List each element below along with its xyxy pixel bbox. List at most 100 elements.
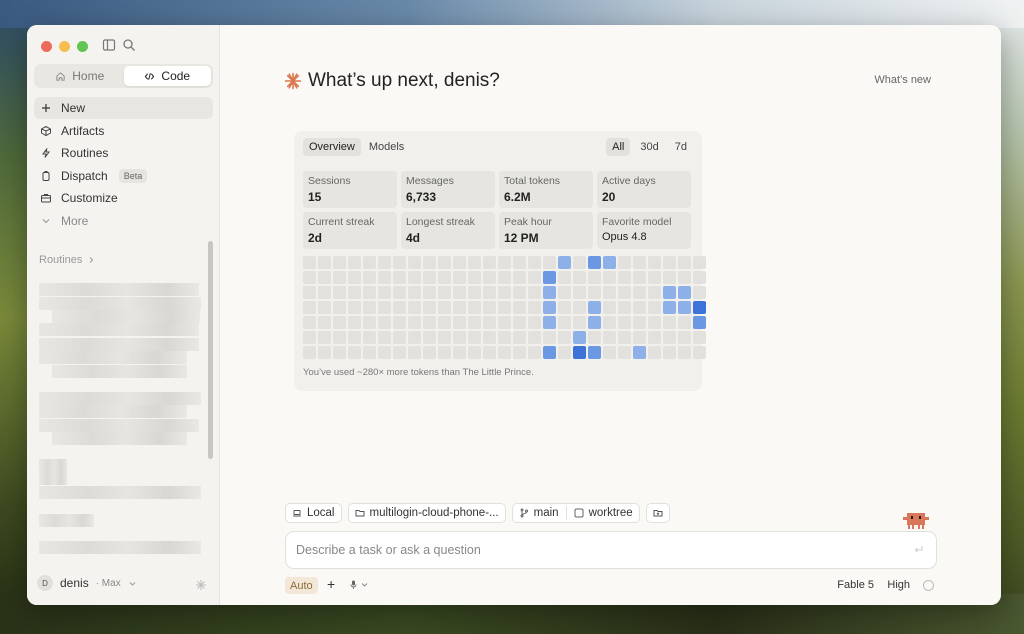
- list-item[interactable]: [39, 392, 201, 405]
- list-item[interactable]: [39, 419, 199, 432]
- environment-chip[interactable]: Local: [285, 503, 342, 523]
- list-item[interactable]: [39, 486, 201, 499]
- close-window-button[interactable]: [41, 41, 52, 52]
- activity-cell: [438, 331, 451, 344]
- activity-cell: [453, 271, 466, 284]
- stat-value: 15: [308, 190, 322, 204]
- list-item[interactable]: [52, 432, 187, 445]
- activity-cell: [513, 271, 526, 284]
- activity-cell: [303, 316, 316, 329]
- code-tab[interactable]: Code: [123, 66, 211, 86]
- branch-chip[interactable]: main worktree: [511, 503, 640, 523]
- zoom-window-button[interactable]: [77, 41, 88, 52]
- code-tab-label: Code: [161, 69, 191, 83]
- list-item[interactable]: [39, 405, 187, 418]
- activity-cell: [318, 256, 331, 269]
- add-attachment-button[interactable]: +: [327, 576, 335, 592]
- activity-cell: [363, 256, 376, 269]
- enter-icon[interactable]: [913, 544, 924, 555]
- routines-section-label: Routines: [39, 254, 83, 266]
- activity-cell: [468, 271, 481, 284]
- list-item[interactable]: [52, 310, 200, 323]
- routines-section-header[interactable]: Routines: [39, 254, 95, 266]
- activity-cell: [693, 301, 706, 314]
- activity-cell: [663, 271, 676, 284]
- activity-cell: [573, 346, 586, 359]
- user-menu[interactable]: D denis · Max: [37, 575, 137, 591]
- prompt-input[interactable]: [296, 532, 896, 568]
- sidebar-item-dispatch[interactable]: Dispatch Beta: [34, 165, 213, 187]
- list-item[interactable]: [39, 338, 199, 351]
- sidebar-item-label: More: [61, 213, 89, 228]
- activity-cell: [423, 286, 436, 299]
- sidebar-item-artifacts[interactable]: Artifacts: [34, 120, 213, 142]
- activity-cell: [453, 331, 466, 344]
- model-selector[interactable]: Fable 5: [837, 579, 874, 591]
- list-item[interactable]: [39, 459, 67, 472]
- stat-sessions: Sessions 15: [303, 171, 397, 208]
- activity-cell: [393, 271, 406, 284]
- sidebar-item-routines[interactable]: Routines: [34, 142, 213, 164]
- activity-cell: [423, 316, 436, 329]
- activity-cell: [543, 331, 556, 344]
- sidebar-item-new[interactable]: New: [34, 97, 213, 119]
- list-item[interactable]: [39, 541, 201, 554]
- stat-label: Favorite model: [602, 216, 672, 228]
- sparkle-settings-icon[interactable]: [195, 579, 207, 591]
- whats-new-link[interactable]: What’s new: [874, 74, 931, 86]
- range-all[interactable]: All: [606, 138, 631, 156]
- list-item[interactable]: [39, 323, 199, 336]
- activity-cell: [498, 286, 511, 299]
- sidebar-item-customize[interactable]: Customize: [34, 187, 213, 209]
- activity-cell: [588, 256, 601, 269]
- sidebar-scrollbar[interactable]: [208, 241, 213, 459]
- list-item[interactable]: [52, 365, 187, 378]
- home-tab[interactable]: Home: [36, 66, 124, 86]
- chevron-down-icon: [129, 581, 136, 586]
- range-7d[interactable]: 7d: [669, 138, 693, 156]
- sidebar-item-more[interactable]: More: [34, 210, 213, 232]
- list-item[interactable]: [39, 472, 67, 485]
- activity-cell: [423, 346, 436, 359]
- activity-cell: [678, 286, 691, 299]
- activity-cell: [603, 301, 616, 314]
- mode-selector[interactable]: Auto: [285, 577, 318, 594]
- activity-cell: [408, 256, 421, 269]
- stat-value: 12 PM: [504, 231, 539, 245]
- stats-grid: Sessions 15 Messages 6,733 Total tokens 6.2…: [303, 171, 692, 249]
- activity-heatmap: [303, 256, 706, 364]
- activity-cell: [588, 301, 601, 314]
- list-item[interactable]: [39, 297, 201, 310]
- activity-cell: [588, 286, 601, 299]
- activity-cell: [303, 256, 316, 269]
- activity-cell: [423, 331, 436, 344]
- add-folder-chip[interactable]: [645, 503, 670, 523]
- microphone-icon[interactable]: [348, 579, 370, 591]
- branch-label: main: [533, 507, 559, 519]
- context-usage-indicator[interactable]: [923, 580, 934, 591]
- activity-cell: [678, 346, 691, 359]
- activity-cell: [333, 256, 346, 269]
- list-item[interactable]: [39, 514, 94, 527]
- activity-cell: [333, 331, 346, 344]
- briefcase-icon: [41, 194, 51, 203]
- stat-label: Peak hour: [504, 216, 552, 228]
- effort-selector[interactable]: High: [887, 579, 910, 591]
- range-30d[interactable]: 30d: [634, 138, 664, 156]
- search-icon[interactable]: [122, 38, 136, 52]
- activity-cell: [648, 316, 661, 329]
- tab-overview[interactable]: Overview: [303, 138, 361, 156]
- activity-cell: [378, 256, 391, 269]
- stat-label: Total tokens: [504, 175, 561, 187]
- checkbox-icon[interactable]: [574, 508, 584, 518]
- tab-models[interactable]: Models: [363, 138, 410, 156]
- minimize-window-button[interactable]: [59, 41, 70, 52]
- activity-cell: [543, 316, 556, 329]
- activity-cell: [393, 346, 406, 359]
- activity-cell: [588, 331, 601, 344]
- activity-cell: [543, 301, 556, 314]
- list-item[interactable]: [39, 351, 187, 364]
- sidebar-toggle-icon[interactable]: [102, 38, 116, 52]
- repository-chip[interactable]: multilogin-cloud-phone-...: [347, 503, 506, 523]
- list-item[interactable]: [39, 283, 199, 296]
